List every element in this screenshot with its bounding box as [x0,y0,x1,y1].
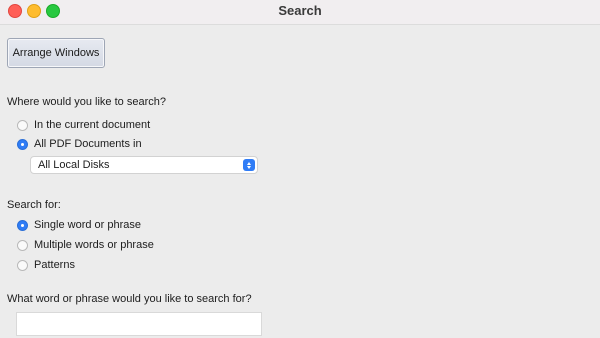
radio-indicator-selected [17,138,28,150]
radio-current-document[interactable]: In the current document [17,119,150,131]
radio-indicator-selected [17,219,28,231]
radio-label: In the current document [34,119,151,131]
radio-label: All PDF Documents in [34,138,142,150]
radio-indicator [17,259,28,271]
search-phrase-input[interactable] [16,312,262,336]
select-value: All Local Disks [38,159,110,171]
radio-label: Patterns [34,259,75,271]
search-scope-heading: Where would you like to search? [7,96,166,108]
radio-indicator [17,119,28,131]
search-window: Search Arrange Windows Where would you l… [0,0,600,338]
radio-indicator [17,239,28,251]
radio-all-pdf-documents[interactable]: All PDF Documents in [17,138,142,150]
title-bar: Search [0,0,600,25]
radio-label: Single word or phrase [34,219,142,231]
search-location-select[interactable]: All Local Disks [30,156,258,174]
radio-multiple-words[interactable]: Multiple words or phrase [17,239,154,251]
window-title: Search [278,3,322,18]
query-heading: What word or phrase would you like to se… [7,293,252,305]
radio-single-word[interactable]: Single word or phrase [17,219,141,231]
radio-label: Multiple words or phrase [34,239,154,251]
arrange-windows-button[interactable]: Arrange Windows [7,38,105,68]
up-down-chevron-icon [243,159,255,171]
radio-patterns[interactable]: Patterns [17,259,75,271]
search-for-heading: Search for: [7,199,61,211]
